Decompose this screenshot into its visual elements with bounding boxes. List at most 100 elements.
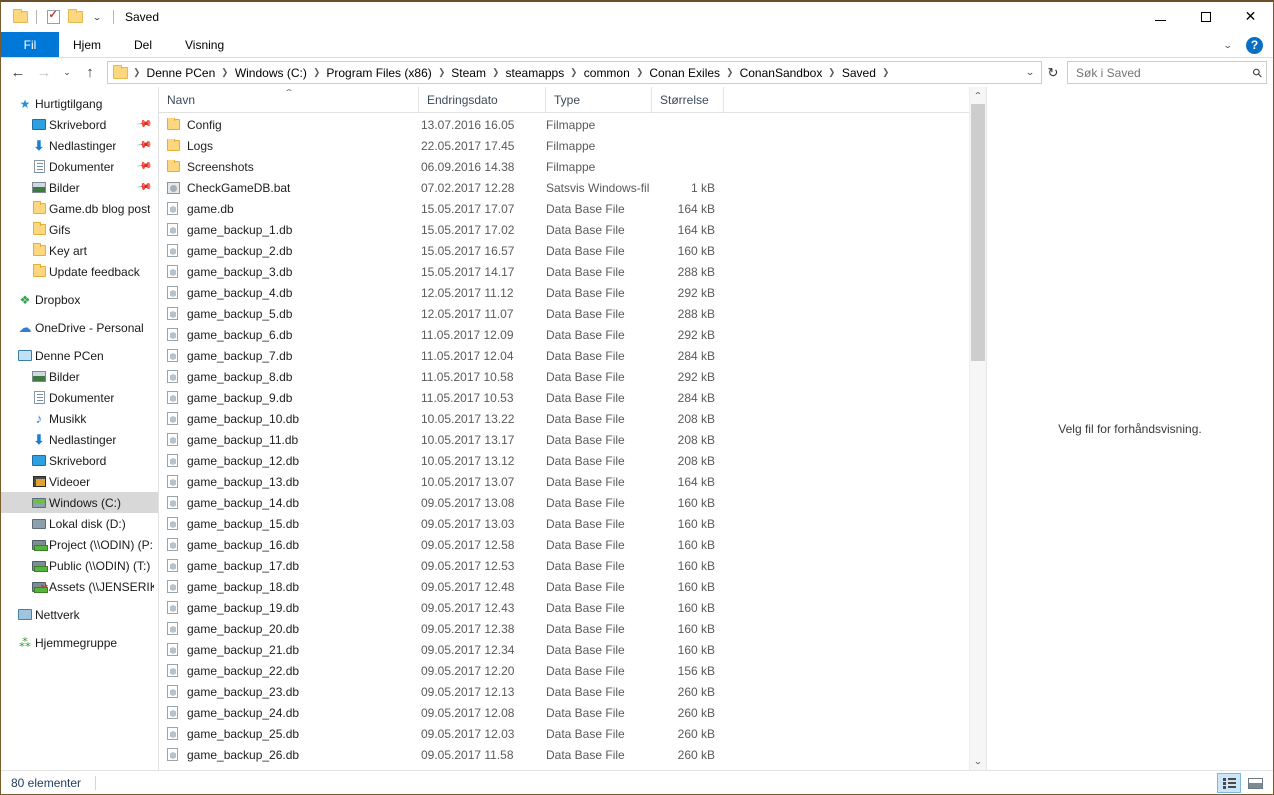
- table-row[interactable]: game_backup_8.db11.05.2017 10.58Data Bas…: [159, 366, 986, 387]
- file-name-cell[interactable]: Logs: [159, 139, 419, 153]
- breadcrumb-separator[interactable]: ❯: [725, 67, 735, 78]
- file-name-cell[interactable]: game_backup_23.db: [159, 685, 419, 699]
- scroll-down-arrow-icon[interactable]: ⌄: [967, 753, 986, 770]
- help-icon[interactable]: ?: [1246, 37, 1263, 54]
- breadcrumb-separator[interactable]: ❯: [827, 67, 837, 78]
- column-header-empty[interactable]: [724, 87, 986, 113]
- refresh-button[interactable]: ↻: [1042, 61, 1064, 84]
- column-header-storrelse[interactable]: Størrelse: [652, 87, 724, 113]
- file-name-cell[interactable]: game_backup_3.db: [159, 265, 419, 279]
- file-name-cell[interactable]: game_backup_4.db: [159, 286, 419, 300]
- file-name-cell[interactable]: game_backup_8.db: [159, 370, 419, 384]
- maximize-button[interactable]: [1183, 2, 1228, 32]
- file-name-cell[interactable]: game_backup_7.db: [159, 349, 419, 363]
- sidebar-item-hjemmegruppe[interactable]: ⁂ Hjemmegruppe: [1, 632, 158, 653]
- file-name-cell[interactable]: game_backup_2.db: [159, 244, 419, 258]
- breadcrumb-separator[interactable]: ❯: [880, 67, 890, 78]
- breadcrumb-item-7[interactable]: ConanSandbox: [736, 64, 827, 82]
- properties-icon[interactable]: [42, 6, 64, 28]
- large-icons-view-button[interactable]: [1243, 773, 1267, 793]
- customize-dropdown-icon[interactable]: ⌄: [81, 6, 114, 28]
- file-name-cell[interactable]: game_backup_9.db: [159, 391, 419, 405]
- file-name-cell[interactable]: game_backup_10.db: [159, 412, 419, 426]
- table-row[interactable]: game_backup_14.db09.05.2017 13.08Data Ba…: [159, 492, 986, 513]
- sidebar-item-skrivebord[interactable]: Skrivebord 📌: [1, 114, 158, 135]
- breadcrumb-item-1[interactable]: Windows (C:): [231, 64, 311, 82]
- table-row[interactable]: game_backup_11.db10.05.2017 13.17Data Ba…: [159, 429, 986, 450]
- scrollbar-track[interactable]: [970, 104, 986, 753]
- sidebar-item-nedlastinger[interactable]: ⬇ Nedlastinger 📌: [1, 135, 158, 156]
- table-row[interactable]: game_backup_1.db15.05.2017 17.02Data Bas…: [159, 219, 986, 240]
- tab-hjem[interactable]: Hjem: [59, 32, 115, 57]
- table-row[interactable]: Config13.07.2016 16.05Filmappe: [159, 114, 986, 135]
- file-name-cell[interactable]: game_backup_26.db: [159, 748, 419, 762]
- sidebar-item-videoer[interactable]: Videoer: [1, 471, 158, 492]
- table-row[interactable]: game_backup_12.db10.05.2017 13.12Data Ba…: [159, 450, 986, 471]
- file-name-cell[interactable]: game_backup_21.db: [159, 643, 419, 657]
- table-row[interactable]: game_backup_19.db09.05.2017 12.43Data Ba…: [159, 597, 986, 618]
- search-box[interactable]: ⚲: [1067, 61, 1267, 84]
- breadcrumb-item-0[interactable]: Denne PCen: [143, 64, 220, 82]
- breadcrumb-separator[interactable]: ❯: [569, 67, 579, 78]
- column-header-type[interactable]: Type: [546, 87, 652, 113]
- file-name-cell[interactable]: game_backup_13.db: [159, 475, 419, 489]
- table-row[interactable]: CheckGameDB.bat07.02.2017 12.28Satsvis W…: [159, 177, 986, 198]
- file-name-cell[interactable]: game_backup_1.db: [159, 223, 419, 237]
- sidebar-item-bilder[interactable]: Bilder 📌: [1, 177, 158, 198]
- file-name-cell[interactable]: game_backup_14.db: [159, 496, 419, 510]
- scroll-up-arrow-icon[interactable]: ⌃: [967, 87, 986, 104]
- sidebar-item-gifs[interactable]: Gifs: [1, 219, 158, 240]
- table-row[interactable]: game_backup_13.db10.05.2017 13.07Data Ba…: [159, 471, 986, 492]
- search-input[interactable]: [1076, 66, 1253, 80]
- file-name-cell[interactable]: game_backup_19.db: [159, 601, 419, 615]
- navigation-pane[interactable]: ★ Hurtigtilgang Skrivebord 📌 ⬇ Nedlastin…: [1, 87, 159, 770]
- file-name-cell[interactable]: game_backup_5.db: [159, 307, 419, 321]
- file-name-cell[interactable]: Config: [159, 118, 419, 132]
- file-name-cell[interactable]: game_backup_6.db: [159, 328, 419, 342]
- vertical-scrollbar[interactable]: ⌃ ⌄: [969, 87, 986, 770]
- sidebar-item-bilder-pc[interactable]: Bilder: [1, 366, 158, 387]
- breadcrumb-separator[interactable]: ❯: [436, 67, 446, 78]
- sidebar-item-onedrive-personal[interactable]: ☁ OneDrive - Personal: [1, 317, 158, 338]
- file-name-cell[interactable]: game.db: [159, 202, 419, 216]
- sidebar-item-update-feedback[interactable]: Update feedback: [1, 261, 158, 282]
- column-header-navn[interactable]: ⌃ Navn: [159, 87, 419, 113]
- file-name-cell[interactable]: game_backup_11.db: [159, 433, 419, 447]
- breadcrumb-separator[interactable]: ❯: [220, 67, 230, 78]
- up-button[interactable]: ↑: [77, 60, 103, 86]
- sidebar-item-skrivebord-pc[interactable]: Skrivebord: [1, 450, 158, 471]
- table-row[interactable]: game_backup_5.db12.05.2017 11.07Data Bas…: [159, 303, 986, 324]
- table-row[interactable]: game_backup_7.db11.05.2017 12.04Data Bas…: [159, 345, 986, 366]
- tab-visning[interactable]: Visning: [171, 32, 238, 57]
- minimize-button[interactable]: [1138, 2, 1183, 32]
- back-button[interactable]: ←: [5, 60, 31, 86]
- sidebar-item-key-art[interactable]: Key art: [1, 240, 158, 261]
- breadcrumb-separator[interactable]: ❯: [491, 67, 501, 78]
- breadcrumb-dropdown-icon[interactable]: ⌄: [1018, 62, 1041, 83]
- table-row[interactable]: game_backup_21.db09.05.2017 12.34Data Ba…: [159, 639, 986, 660]
- sidebar-item-dokumenter[interactable]: Dokumenter 📌: [1, 156, 158, 177]
- scrollbar-thumb[interactable]: [971, 104, 985, 361]
- table-row[interactable]: game_backup_10.db10.05.2017 13.22Data Ba…: [159, 408, 986, 429]
- sidebar-item-denne-pcen[interactable]: Denne PCen: [1, 345, 158, 366]
- sidebar-item-public-odin[interactable]: Public (\\ODIN) (T:): [1, 555, 158, 576]
- table-row[interactable]: game_backup_18.db09.05.2017 12.48Data Ba…: [159, 576, 986, 597]
- table-row[interactable]: game_backup_17.db09.05.2017 12.53Data Ba…: [159, 555, 986, 576]
- table-row[interactable]: game_backup_16.db09.05.2017 12.58Data Ba…: [159, 534, 986, 555]
- table-row[interactable]: game_backup_2.db15.05.2017 16.57Data Bas…: [159, 240, 986, 261]
- table-row[interactable]: game_backup_22.db09.05.2017 12.20Data Ba…: [159, 660, 986, 681]
- table-row[interactable]: game_backup_26.db09.05.2017 11.58Data Ba…: [159, 744, 986, 765]
- breadcrumb-item-6[interactable]: Conan Exiles: [645, 64, 724, 82]
- breadcrumb-separator[interactable]: ❯: [311, 67, 321, 78]
- breadcrumb-item-8[interactable]: Saved: [838, 64, 880, 82]
- table-row[interactable]: game_backup_23.db09.05.2017 12.13Data Ba…: [159, 681, 986, 702]
- breadcrumb-item-3[interactable]: Steam: [447, 64, 490, 82]
- file-name-cell[interactable]: Screenshots: [159, 160, 419, 174]
- sidebar-item-project-odin[interactable]: Project (\\ODIN) (P:: [1, 534, 158, 555]
- file-name-cell[interactable]: game_backup_20.db: [159, 622, 419, 636]
- table-row[interactable]: game_backup_6.db11.05.2017 12.09Data Bas…: [159, 324, 986, 345]
- table-row[interactable]: game_backup_24.db09.05.2017 12.08Data Ba…: [159, 702, 986, 723]
- table-row[interactable]: game.db15.05.2017 17.07Data Base File164…: [159, 198, 986, 219]
- file-name-cell[interactable]: game_backup_15.db: [159, 517, 419, 531]
- folder-icon[interactable]: [9, 6, 31, 28]
